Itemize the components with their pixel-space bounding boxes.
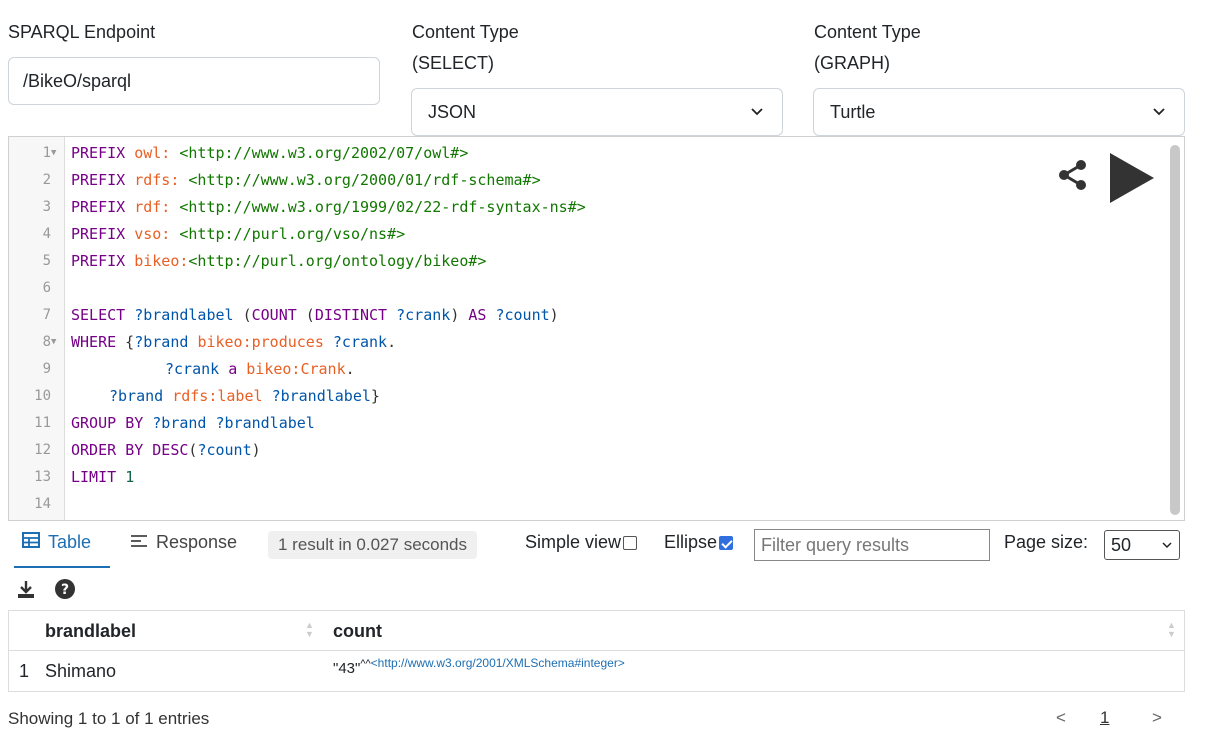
line-number: 2 xyxy=(42,172,51,188)
pagination-page[interactable]: 1 xyxy=(1100,708,1109,728)
line-number: 4 xyxy=(42,226,51,242)
tab-response[interactable]: Response xyxy=(130,532,237,553)
fold-arrow-icon[interactable]: ▼ xyxy=(51,329,56,356)
pagination-next[interactable]: > xyxy=(1152,708,1162,728)
column-header-count[interactable]: count xyxy=(333,611,382,651)
ellipse-label: Ellipse xyxy=(664,532,718,552)
code-text: WHERE {?brand bikeo:produces ?crank. xyxy=(71,333,397,351)
code-text: PREFIX owl: <http://www.w3.org/2002/07/o… xyxy=(71,144,469,162)
code-text: SELECT ?brandlabel (COUNT (DISTINCT ?cra… xyxy=(71,306,559,324)
content-type-graph-dropdown[interactable]: Turtle xyxy=(813,88,1185,136)
code-line[interactable]: 5 PREFIX bikeo:<http://purl.org/ontology/… xyxy=(9,248,1184,275)
tab-response-label: Response xyxy=(156,532,238,552)
line-number: 10 xyxy=(34,388,51,404)
chevron-down-icon xyxy=(1161,531,1173,569)
code-line[interactable]: 12 ORDER BY DESC(?count) xyxy=(9,437,1184,464)
content-type-select-value: JSON xyxy=(428,102,477,122)
code-line[interactable]: 7 SELECT ?brandlabel (COUNT (DISTINCT ?cr… xyxy=(9,302,1184,329)
code-line[interactable]: 11 GROUP BY ?brand ?brandlabel xyxy=(9,410,1184,437)
code-line[interactable]: 10 ?brand rdfs:label ?brandlabel} xyxy=(9,383,1184,410)
content-type-graph-sublabel: (GRAPH) xyxy=(814,53,890,73)
ellipse-checkbox[interactable] xyxy=(719,535,734,550)
page-size-value: 50 xyxy=(1111,535,1132,555)
simple-view-option[interactable]: Simple view xyxy=(525,532,638,553)
code-text: PREFIX rdf: <http://www.w3.org/1999/02/2… xyxy=(71,198,586,216)
code-text: ORDER BY DESC(?count) xyxy=(71,441,261,459)
table-icon xyxy=(22,532,40,553)
results-table: brandlabel ▲ ▼ count ▲ ▼ 1 Shimano "43"^^<… xyxy=(8,610,1185,692)
download-icon[interactable] xyxy=(16,579,36,604)
help-icon[interactable]: ? xyxy=(54,578,76,605)
pagination-prev[interactable]: < xyxy=(1056,708,1066,728)
code-text: ?crank a bikeo:Crank. xyxy=(165,360,355,378)
sort-icon[interactable]: ▲ ▼ xyxy=(1167,621,1176,639)
svg-text:?: ? xyxy=(61,582,69,598)
code-text: GROUP BY ?brand ?brandlabel xyxy=(71,414,315,432)
play-icon[interactable] xyxy=(1108,151,1156,210)
code-text: PREFIX vso: <http://purl.org/vso/ns#> xyxy=(71,225,406,243)
content-type-graph-value: Turtle xyxy=(830,102,876,122)
result-summary: 1 result in 0.027 seconds xyxy=(268,531,478,559)
code-line[interactable]: 6 xyxy=(9,275,1184,302)
content-type-select-sublabel: (SELECT) xyxy=(412,53,495,73)
row-index: 1 xyxy=(19,661,30,681)
results-toolbar: Table Response 1 result in 0.027 seconds… xyxy=(0,528,1206,568)
editor-scrollbar[interactable] xyxy=(1170,145,1180,515)
content-type-select-label: Content Type xyxy=(412,22,519,42)
code-text: ?brand rdfs:label ?brandlabel} xyxy=(109,387,380,405)
line-number: 7 xyxy=(42,307,51,323)
code-text: PREFIX rdfs: <http://www.w3.org/2000/01/… xyxy=(71,171,541,189)
table-header: brandlabel ▲ ▼ count ▲ ▼ xyxy=(9,611,1184,651)
line-number: 3 xyxy=(42,199,51,215)
page-size-select[interactable]: 50 xyxy=(1104,530,1180,560)
line-number: 13 xyxy=(34,469,51,485)
tab-table[interactable]: Table xyxy=(22,532,91,553)
code-text: LIMIT 1 xyxy=(71,468,135,486)
code-line[interactable]: 4 PREFIX vso: <http://purl.org/vso/ns#> xyxy=(9,221,1184,248)
code-line[interactable]: 8 ▼ WHERE {?brand bikeo:produces ?crank. xyxy=(9,329,1184,356)
column-header-brandlabel[interactable]: brandlabel xyxy=(45,611,136,651)
content-type-graph-label: Content Type xyxy=(814,22,921,42)
code-area[interactable]: 1 ▼ PREFIX owl: <http://www.w3.org/2002/07… xyxy=(9,140,1184,518)
cell-brandlabel: Shimano xyxy=(45,661,117,681)
ellipse-option[interactable]: Ellipse xyxy=(664,532,734,553)
code-text: PREFIX bikeo:<http://purl.org/ontology/b… xyxy=(71,252,487,270)
query-editor[interactable]: 1 ▼ PREFIX owl: <http://www.w3.org/2002/07… xyxy=(8,136,1185,521)
line-number: 9 xyxy=(42,361,51,377)
align-left-icon xyxy=(130,532,148,553)
line-number: 5 xyxy=(42,253,51,269)
endpoint-label: SPARQL Endpoint xyxy=(8,22,156,42)
datatype-link[interactable]: <http://www.w3.org/2001/XMLSchema#intege… xyxy=(371,656,625,670)
line-number: 6 xyxy=(42,280,51,296)
line-number: 12 xyxy=(34,442,51,458)
active-tab-indicator xyxy=(14,566,110,568)
code-line[interactable]: 14 xyxy=(9,491,1184,518)
code-line[interactable]: 9 ?crank a bikeo:Crank. xyxy=(9,356,1184,383)
tab-table-label: Table xyxy=(48,532,92,552)
fold-arrow-icon[interactable]: ▼ xyxy=(51,140,56,167)
entries-info: Showing 1 to 1 of 1 entries xyxy=(8,709,210,728)
cell-count: "43"^^<http://www.w3.org/2001/XMLSchema#… xyxy=(333,656,625,680)
page-size-label: Page size: xyxy=(1004,532,1089,552)
code-line[interactable]: 2 PREFIX rdfs: <http://www.w3.org/2000/01… xyxy=(9,167,1184,194)
code-line[interactable]: 13 LIMIT 1 xyxy=(9,464,1184,491)
code-line[interactable]: 3 PREFIX rdf: <http://www.w3.org/1999/02/… xyxy=(9,194,1184,221)
filter-results-input[interactable]: Filter query results xyxy=(754,529,990,561)
endpoint-input[interactable]: /BikeO/sparql xyxy=(8,57,380,105)
simple-view-checkbox[interactable] xyxy=(623,535,638,550)
content-type-select-dropdown[interactable]: JSON xyxy=(411,88,783,136)
line-number: 11 xyxy=(34,415,51,431)
count-literal: "43" xyxy=(333,660,361,677)
result-tools: ? xyxy=(16,578,76,605)
sort-icon[interactable]: ▲ ▼ xyxy=(305,621,314,639)
datatype-separator: ^^ xyxy=(360,658,371,670)
table-row: 1 Shimano "43"^^<http://www.w3.org/2001/… xyxy=(9,651,1184,691)
code-line[interactable]: 1 ▼ PREFIX owl: <http://www.w3.org/2002/07… xyxy=(9,140,1184,167)
share-icon[interactable] xyxy=(1058,159,1088,196)
line-number: 14 xyxy=(34,496,51,512)
simple-view-label: Simple view xyxy=(525,532,622,552)
